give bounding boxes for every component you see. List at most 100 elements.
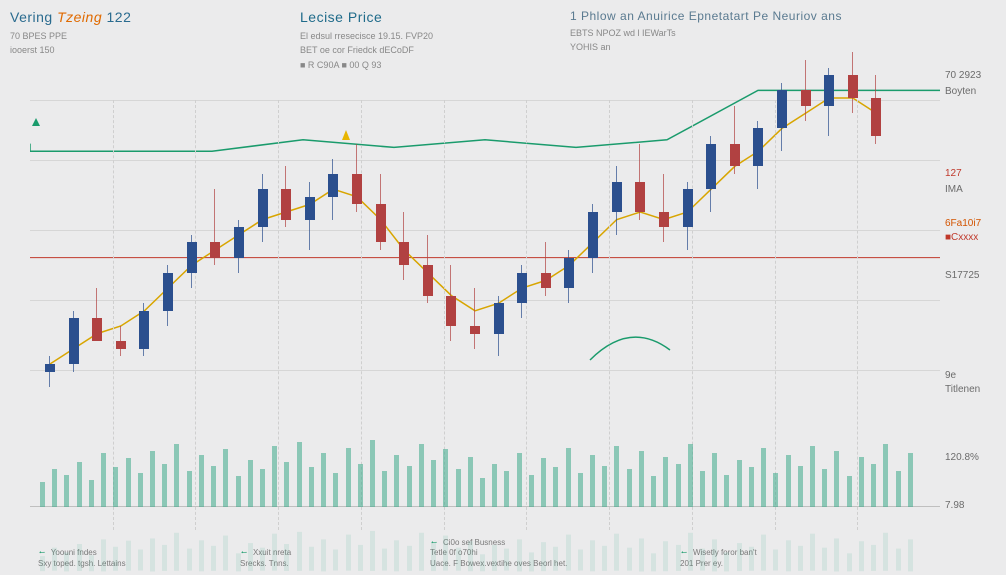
- volume-bar: [883, 444, 888, 507]
- volume-bar: [64, 475, 69, 507]
- volume-bar-reflection: [443, 536, 448, 571]
- volume-bar-reflection: [517, 539, 522, 571]
- candle: [69, 311, 79, 372]
- candle: [824, 68, 834, 136]
- candle: [517, 265, 527, 318]
- header2-sub1: El edsul rresecisce 19.15. FVP20: [300, 30, 433, 43]
- candle: [683, 182, 693, 250]
- y-axis-label: 120.8%: [945, 452, 1000, 463]
- volume-bar-reflection: [651, 553, 656, 571]
- y-axis-label: 127: [945, 168, 1000, 179]
- candle: [706, 136, 716, 212]
- volume-bar-reflection: [272, 534, 277, 571]
- arrow-up-icon: [32, 118, 40, 126]
- volume-bar: [199, 455, 204, 507]
- grid-line: [113, 100, 114, 530]
- header-block-3: 1 Phlow an Anuirice Epnetatart Pe Neurio…: [570, 8, 842, 54]
- volume-bar: [126, 458, 131, 508]
- volume-bar-reflection: [370, 531, 375, 571]
- grid-line: [30, 160, 940, 161]
- volume-bar: [223, 449, 228, 507]
- volume-bar-reflection: [627, 548, 632, 571]
- header2-sub3: ■ R C90A ■ 00 Q 93: [300, 60, 381, 70]
- volume-bar: [211, 466, 216, 507]
- volume-bar: [504, 471, 509, 507]
- header2-title: Lecise Price: [300, 8, 433, 28]
- volume-bar-reflection: [553, 547, 558, 571]
- volume-bar-reflection: [883, 533, 888, 571]
- volume-bar-reflection: [688, 533, 693, 571]
- volume-bar: [847, 476, 852, 507]
- volume-bar-reflection: [590, 540, 595, 571]
- volume-bar-reflection: [847, 553, 852, 571]
- volume-bar: [456, 469, 461, 507]
- volume-bar: [676, 464, 681, 507]
- volume-bar-reflection: [358, 545, 363, 571]
- y-axis-label: Titlenen: [945, 384, 1000, 395]
- volume-bar-reflection: [284, 544, 289, 571]
- candle: [659, 174, 669, 242]
- volume-bar: [578, 473, 583, 507]
- candle: [423, 235, 433, 303]
- volume-bar-reflection: [578, 550, 583, 571]
- volume-bar: [346, 448, 351, 507]
- volume-bar-reflection: [187, 549, 192, 571]
- candle: [494, 296, 504, 357]
- volume-bar-reflection: [566, 535, 571, 571]
- candle: [635, 144, 645, 220]
- volume-bar: [798, 466, 803, 507]
- volume-bar-reflection: [712, 539, 717, 571]
- volume-bar: [89, 480, 94, 507]
- y-axis-label: IMA: [945, 184, 1000, 195]
- footer-note-3: ✓ Ci0o sef Busness Tetle 0f o70hi Uace. …: [430, 538, 567, 569]
- grid-line: [278, 100, 279, 530]
- volume-bar-reflection: [346, 535, 351, 571]
- volume-bar: [553, 467, 558, 507]
- volume-bar: [113, 467, 118, 507]
- volume-bar: [260, 469, 265, 507]
- volume-bar-reflection: [174, 533, 179, 571]
- header1-title-b: Tzeing: [57, 9, 102, 25]
- candle: [470, 288, 480, 349]
- volume-bar: [480, 478, 485, 507]
- volume-bar-reflection: [504, 549, 509, 571]
- volume-bar: [248, 460, 253, 507]
- volume-bar: [394, 455, 399, 507]
- volume-bar-reflection: [64, 552, 69, 571]
- candle: [376, 174, 386, 250]
- header1-title-a: Vering: [10, 9, 53, 25]
- volume-bar: [688, 444, 693, 507]
- volume-bar-reflection: [77, 544, 82, 571]
- volume-bar-reflection: [737, 543, 742, 571]
- volume-bar: [590, 455, 595, 507]
- volume-bar-reflection: [211, 546, 216, 571]
- volume-bar-reflection: [834, 538, 839, 571]
- volume-bar-reflection: [908, 539, 913, 571]
- volume-bar-reflection: [419, 533, 424, 571]
- volume-bar: [236, 476, 241, 507]
- candle: [777, 83, 787, 151]
- grid-line: [30, 230, 940, 231]
- volume-bar-reflection: [700, 549, 705, 571]
- candle: [871, 75, 881, 143]
- volume-bar: [492, 464, 497, 507]
- candle: [281, 166, 291, 227]
- volume-bar-reflection: [810, 534, 815, 571]
- volume-bar: [712, 453, 717, 507]
- candle: [305, 182, 315, 250]
- volume-bar-reflection: [724, 552, 729, 571]
- candle: [163, 265, 173, 326]
- header-block-2: Lecise Price El edsul rresecisce 19.15. …: [300, 8, 433, 71]
- volume-bar-reflection: [297, 532, 302, 571]
- candle: [612, 166, 622, 234]
- volume-bar-reflection: [456, 548, 461, 571]
- candle: [139, 303, 149, 356]
- volume-bar-reflection: [40, 556, 45, 571]
- volume-bar: [627, 469, 632, 507]
- volume-bar: [382, 471, 387, 507]
- volume-bar: [297, 442, 302, 507]
- volume-bar: [333, 473, 338, 507]
- volume-bar-reflection: [529, 552, 534, 571]
- y-axis-label: Boyten: [945, 86, 1000, 97]
- volume-bar: [651, 476, 656, 507]
